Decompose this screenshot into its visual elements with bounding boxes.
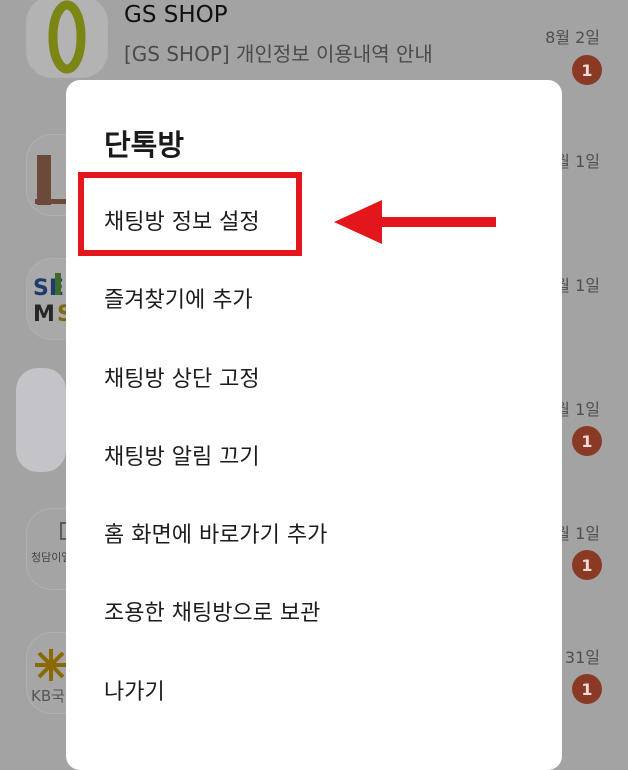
unread-badge: 1 xyxy=(572,550,602,580)
menu-item-pin-top[interactable]: 채팅방 상단 고정 xyxy=(104,361,260,393)
highlight-box xyxy=(78,172,302,256)
gs-shop-logo-avatar xyxy=(26,0,108,78)
menu-item-leave[interactable]: 나가기 xyxy=(104,674,165,706)
avatar-text: KB국 xyxy=(31,687,65,705)
chat-date: 8월 2일 xyxy=(545,28,600,47)
svg-text:M: M xyxy=(33,302,55,327)
chat-preview: [GS SHOP] 개인정보 이용내역 안내 xyxy=(124,42,433,66)
scroll-handle[interactable] xyxy=(16,368,66,472)
unread-badge: 1 xyxy=(572,426,602,456)
arrow-left-icon xyxy=(334,200,496,244)
menu-item-add-favorite[interactable]: 즐겨찾기에 추가 xyxy=(104,282,253,314)
unread-badge: 1 xyxy=(572,674,602,704)
menu-item-archive-quiet[interactable]: 조용한 채팅방으로 보관 xyxy=(104,595,320,627)
menu-item-mute-notifications[interactable]: 채팅방 알림 끄기 xyxy=(104,439,260,471)
unread-badge: 1 xyxy=(572,55,602,85)
dialog-title: 단톡방 xyxy=(104,128,185,162)
menu-item-add-home-shortcut[interactable]: 홈 화면에 바로가기 추가 xyxy=(104,517,327,549)
chat-name: GS SHOP xyxy=(124,2,228,28)
